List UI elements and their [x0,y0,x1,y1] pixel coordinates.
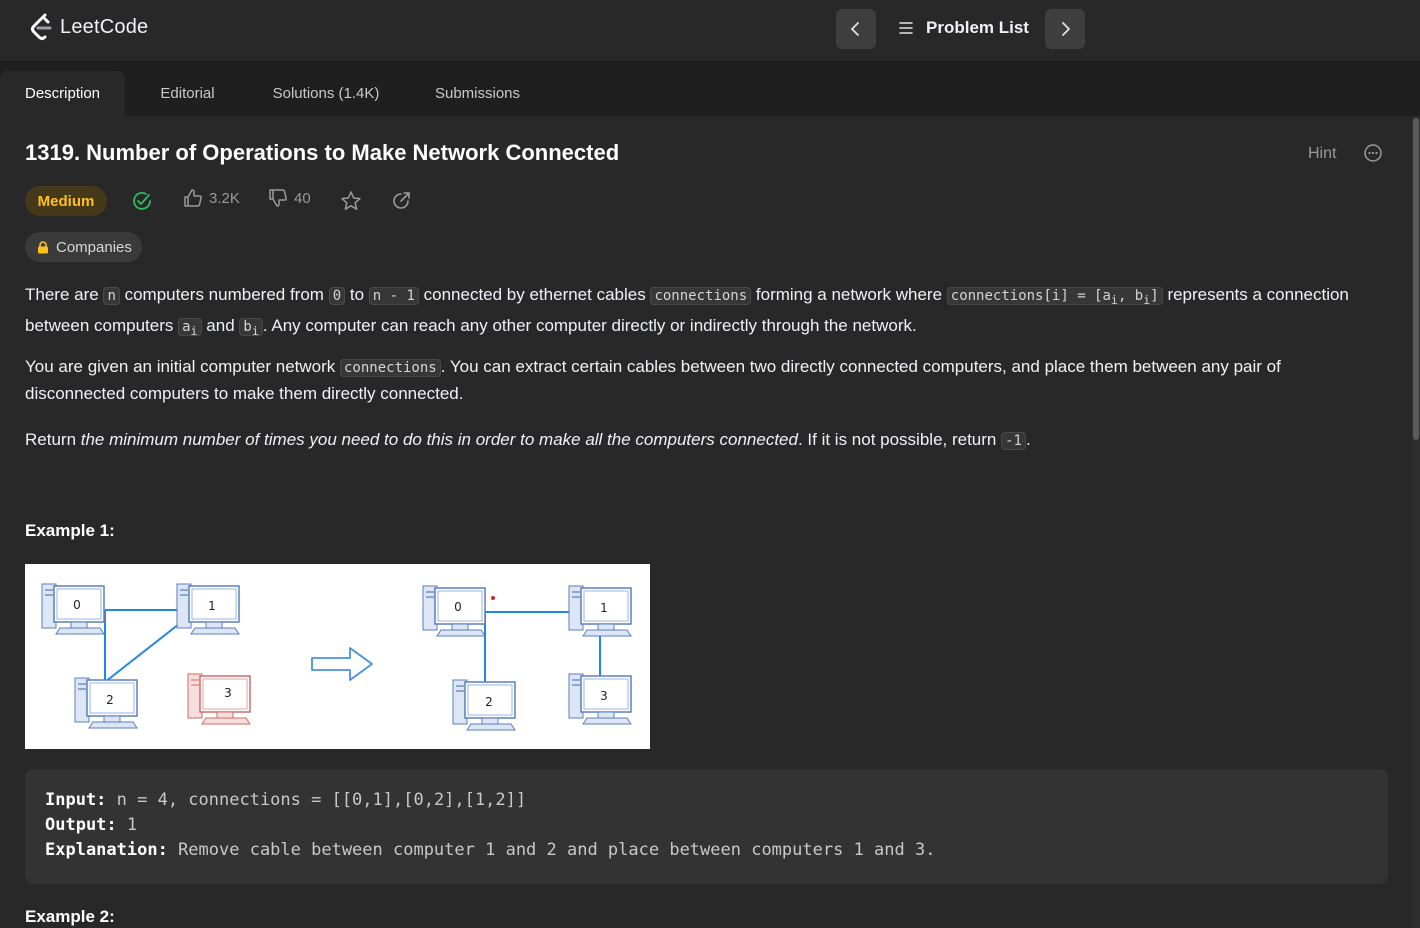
thumbs-up-icon [184,189,202,207]
scrollbar-thumb[interactable] [1413,118,1419,440]
tab-description[interactable]: Description [0,71,125,116]
left-computer-2: 2 [74,677,138,729]
svg-text:0: 0 [454,600,462,614]
example-2-heading: Example 2: [25,907,115,926]
tab-bar: Description Editorial Solutions (1.4K) S… [0,62,1420,116]
right-computer-3: 3 [568,673,632,725]
prev-problem-button[interactable] [836,9,876,49]
chevron-left-icon [851,22,859,36]
example-1-output: Output: 1 [45,815,138,835]
svg-text:0: 0 [73,598,81,612]
transform-arrow-icon [311,647,373,681]
solved-check-icon [133,192,151,210]
svg-text:3: 3 [600,689,608,703]
logo-text: LeetCode [60,15,149,38]
companies-tag[interactable]: Companies [25,232,142,262]
top-navbar: LeetCode Problem List [0,0,1420,62]
tab-submissions[interactable]: Submissions [420,71,535,116]
right-computer-2: 2 [452,679,516,731]
logo[interactable]: LeetCode [28,12,148,42]
next-problem-button[interactable] [1045,9,1085,49]
leetcode-logo-icon [31,13,52,40]
dislike-button[interactable]: 40 [268,188,311,208]
chevron-right-icon [1062,22,1070,36]
lock-icon [38,240,48,253]
problem-title: 1319. Number of Operations to Make Netwo… [25,140,620,165]
right-computer-0: 0 [422,585,486,637]
description-paragraph-3: Return the minimum number of times you n… [25,430,1031,450]
svg-text:2: 2 [485,695,493,709]
example-1-input: Input: n = 4, connections = [[0,1],[0,2]… [45,790,527,810]
thumbs-down-icon [269,189,287,207]
description-paragraph-1: There are n computers numbered from 0 to… [25,285,1349,338]
problem-list-button[interactable]: Problem List [898,18,1029,38]
svg-text:3: 3 [224,686,232,700]
example-1-heading: Example 1: [25,521,115,540]
description-paragraph-2: You are given an initial computer networ… [25,357,1281,403]
svg-text:1: 1 [600,601,608,615]
difficulty-badge: Medium [25,186,107,216]
share-icon[interactable] [390,190,412,212]
tab-editorial[interactable]: Editorial [140,71,235,116]
list-icon [899,22,913,34]
companies-label: Companies [56,238,132,256]
right-computer-1: 1 [568,585,632,637]
red-dot [491,596,495,600]
problem-list-label: Problem List [926,18,1029,37]
left-computer-3-disconnected: 3 [187,673,251,725]
svg-text:2: 2 [106,693,114,707]
like-count: 3.2K [209,189,240,207]
left-computer-1: 1 [176,583,240,635]
tab-solutions[interactable]: Solutions (1.4K) [260,71,392,116]
like-button[interactable]: 3.2K [183,188,240,208]
star-icon[interactable] [340,190,362,212]
more-options-icon[interactable] [1363,143,1383,163]
example-1-explanation: Explanation: Remove cable between comput… [45,840,936,860]
dislike-count: 40 [294,189,311,207]
edge-1-2 [104,623,180,683]
svg-text:1: 1 [208,599,216,613]
left-computer-0: 0 [41,583,105,635]
hint-button[interactable]: Hint [1308,145,1336,163]
example-1-block: Input: n = 4, connections = [[0,1],[0,2]… [25,769,1388,884]
example-1-diagram: 0 1 2 3 0 1 2 3 [25,564,650,749]
